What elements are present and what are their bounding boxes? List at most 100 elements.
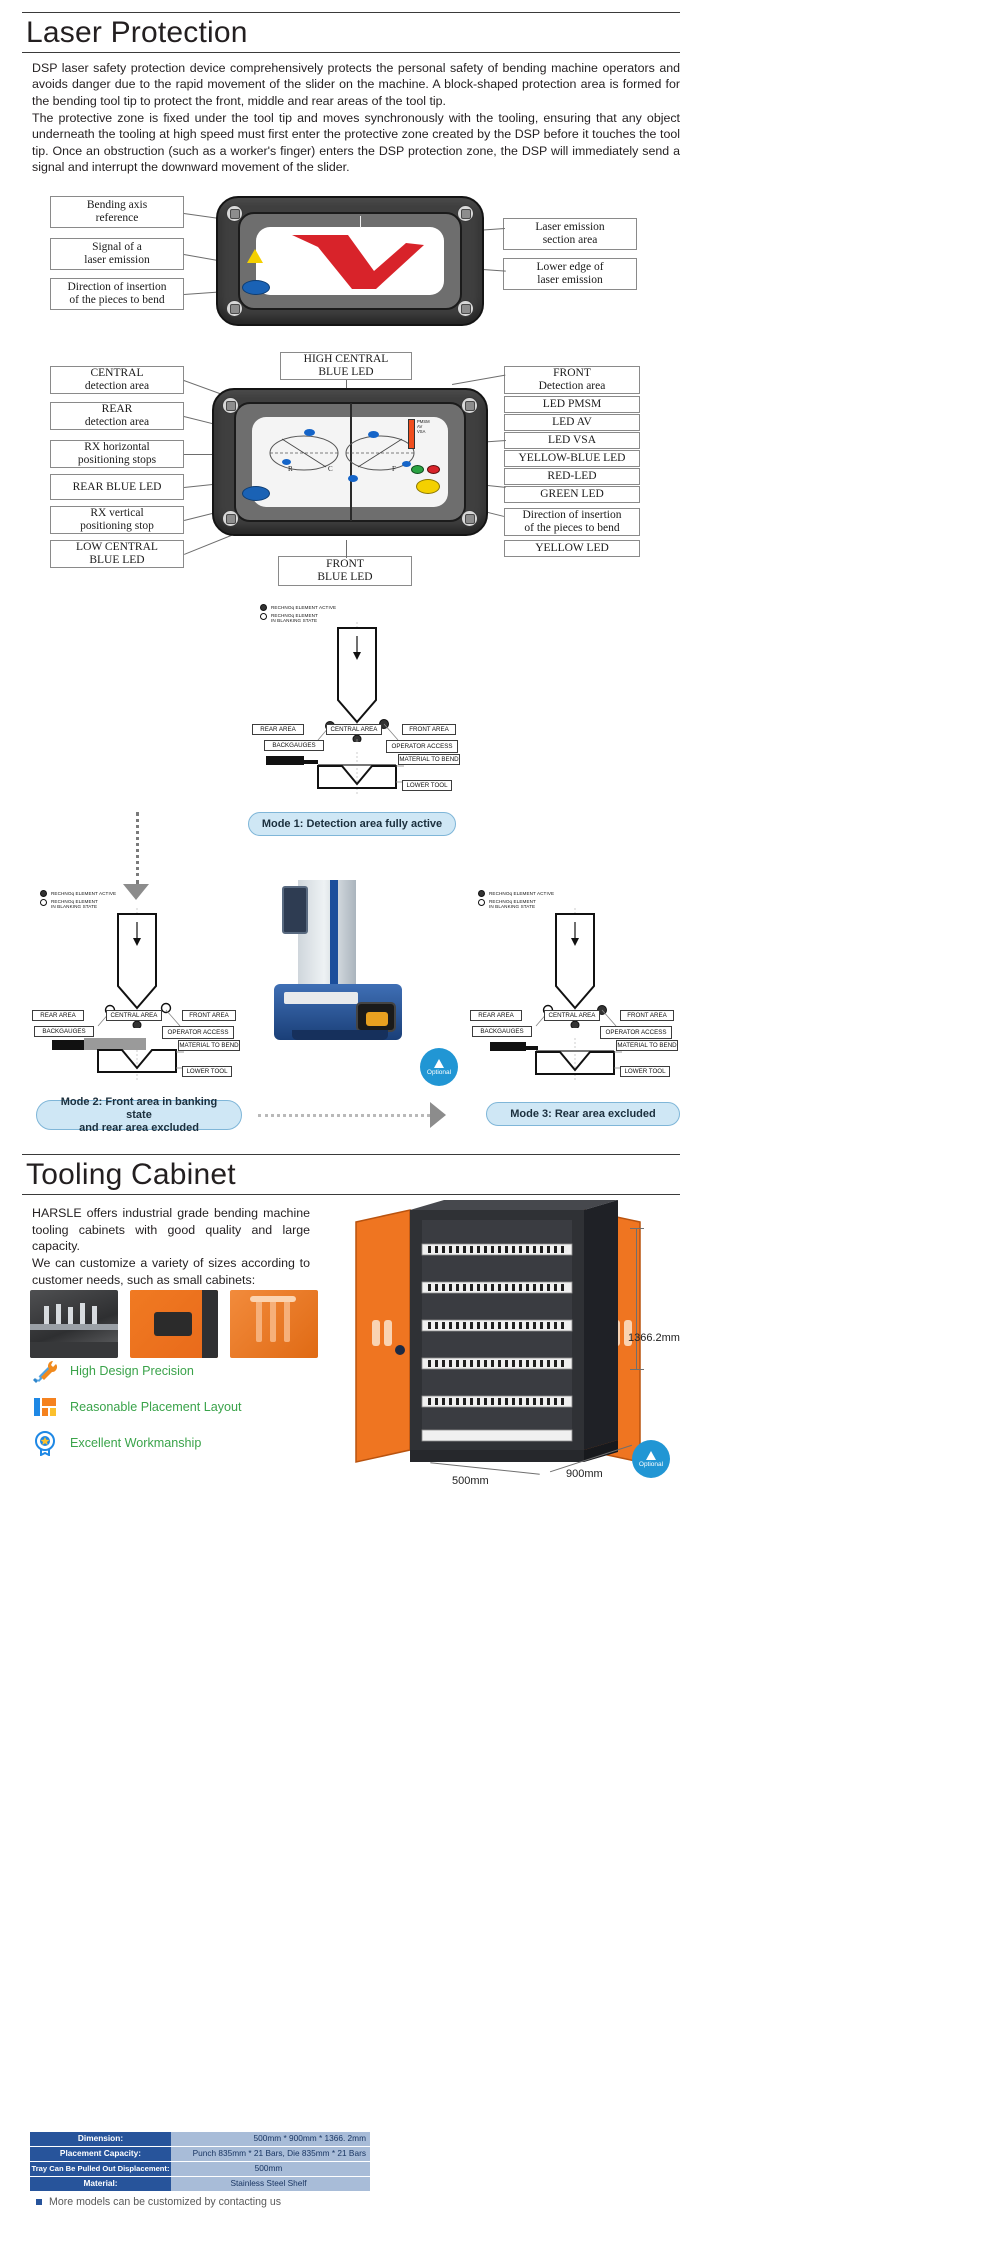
legend-open-dot-icon [478, 899, 485, 906]
legend-label-active: RECHNOq ELEMENT ACTIVE [271, 604, 337, 610]
mode-1-lower-tool-label: LOWER TOOL [402, 780, 452, 791]
laser-section-header: Laser Protection [22, 12, 680, 54]
laser-paragraph-2: The protective zone is fixed under the t… [32, 111, 680, 175]
thumbnail-cabinet-handle [230, 1290, 318, 1358]
layout-icon [32, 1394, 58, 1420]
brand-badge-icon [242, 486, 270, 501]
callout-led-vsa: LED VSA [504, 432, 640, 449]
spec-table: Dimension: 500mm * 900mm * 1366. 2mm Pla… [30, 2132, 370, 2192]
spec-footnote: More models can be customized by contact… [36, 2196, 281, 2208]
dim-height-tick-bottom [630, 1369, 644, 1371]
connector-down-dots [136, 812, 139, 884]
callout-green-led: GREEN LED [504, 486, 640, 503]
screw-icon [226, 300, 243, 317]
mode-1-material-label: MATERIAL TO BEND [398, 754, 460, 765]
led-rear-blue [282, 459, 291, 465]
spec-key: Tray Can Be Pulled Out Displacement: [30, 2162, 171, 2176]
cabinet-paragraph-2: We can customize a variety of sizes acco… [32, 1256, 310, 1287]
document-page: Laser Protection DSP laser safety protec… [0, 0, 1000, 2254]
svg-text:C: C [328, 465, 333, 473]
dim-width-label: 500mm [452, 1475, 489, 1487]
legend-item: RECHNOq ELEMENT ACTIVE [40, 890, 116, 897]
bullet-square-icon [36, 2199, 42, 2205]
callout-yellow-blue-led: YELLOW-BLUE LED [504, 450, 640, 467]
mode-3-caption: Mode 3: Rear area excluded [486, 1102, 680, 1126]
callout-front-detection-area: FRONT Detection area [504, 366, 640, 394]
leader-line [452, 374, 506, 385]
callout-rx-vertical-positioning-stop: RX vertical positioning stop [50, 506, 184, 534]
led-red [427, 465, 440, 474]
device-inner-frame: R C F PMSM AV VSA [234, 402, 466, 522]
callout-led-pmsm: LED PMSM [504, 396, 640, 413]
legend-filled-dot-icon [260, 604, 267, 611]
feature-label: High Design Precision [70, 1364, 194, 1378]
thumbnail-tooling-rack-graphic [30, 1303, 118, 1358]
optional-badge-label: Optional [638, 1460, 664, 1468]
bending-axis-tick [360, 216, 362, 228]
cabinet-title: Tooling Cabinet [26, 1158, 236, 1191]
table-row: Material: Stainless Steel Shelf [30, 2177, 370, 2191]
optional-badge-label: Optional [426, 1068, 452, 1076]
mode-2-backgauges-label: BACKGAUGES [34, 1026, 94, 1037]
callout-rear-detection-area: REAR detection area [50, 402, 184, 430]
spec-footnote-label: More models can be customized by contact… [49, 2196, 282, 2208]
mode-1-caption: Mode 1: Detection area fully active [248, 812, 456, 836]
mode-2-rear-area-label: REAR AREA [32, 1010, 84, 1021]
dim-depth-label: 900mm [566, 1468, 603, 1480]
heading-rule-top [22, 12, 680, 13]
mode-3-material-label: MATERIAL TO BEND [616, 1040, 678, 1051]
led-bar-orange [408, 419, 415, 449]
feature-high-design-precision: High Design Precision [32, 1358, 194, 1384]
laser-paragraph-1: DSP laser safety protection device compr… [32, 61, 680, 108]
callout-yellow-led: YELLOW LED [504, 540, 640, 557]
callout-laser-emission-section-area: Laser emission section area [503, 218, 637, 250]
callout-signal-of-laser-emission: Signal of a laser emission [50, 238, 184, 270]
screw-icon [461, 397, 478, 414]
legend-filled-dot-icon [40, 890, 47, 897]
svg-text:F: F [392, 465, 396, 473]
connector-right-chevron-icon [430, 1102, 446, 1128]
optional-badge-mode: Optional [420, 1048, 458, 1086]
table-row: Dimension: 500mm * 900mm * 1366. 2mm [30, 2132, 370, 2146]
spec-value: Punch 835mm * 21 Bars, Die 835mm * 21 Ba… [171, 2147, 370, 2161]
feature-label: Reasonable Placement Layout [70, 1400, 242, 1414]
callout-led-av: LED AV [504, 414, 640, 431]
dim-height-tick-top [630, 1228, 644, 1230]
laser-device-front-view [216, 196, 484, 326]
legend-open-dot-icon [40, 899, 47, 906]
optional-badge-cabinet: Optional [632, 1440, 670, 1478]
callout-low-central-blue-led: LOW CENTRAL BLUE LED [50, 540, 184, 568]
connector-right-dots [258, 1114, 430, 1117]
dsp-product-photo [268, 880, 408, 1050]
mode-3-diagram: RECHNOq ELEMENT ACTIVE RECHNOq ELEMENT I… [470, 890, 680, 1080]
spec-key: Material: [30, 2177, 171, 2191]
callout-red-led: RED-LED [504, 468, 640, 485]
cabinet-section-header: Tooling Cabinet [22, 1154, 680, 1196]
leader-line [346, 540, 348, 558]
photo-lens-icon [366, 1012, 388, 1026]
mode-3-rear-area-label: REAR AREA [470, 1010, 522, 1021]
mode-1-front-area-label: FRONT AREA [402, 724, 456, 735]
thumbnail-edge [202, 1290, 218, 1358]
table-row: Tray Can Be Pulled Out Displacement: 500… [30, 2162, 370, 2176]
thumbnail-tooling-rack [30, 1290, 118, 1358]
callout-direction-of-insertion: Direction of insertion of the pieces to … [50, 278, 184, 310]
led-front-blue [368, 431, 379, 438]
legend-filled-dot-icon [478, 890, 485, 897]
tooling-cabinet-illustration [350, 1200, 650, 1500]
panel-label-vsa: VSA [417, 429, 426, 434]
warning-triangle-icon [646, 1450, 656, 1460]
spec-value: Stainless Steel Shelf [171, 2177, 370, 2191]
callout-front-blue-led: FRONT BLUE LED [278, 556, 412, 586]
mode-3-front-area-label: FRONT AREA [620, 1010, 674, 1021]
photo-upper-bracket [282, 886, 308, 934]
device-window: R C F PMSM AV VSA [252, 403, 448, 521]
brand-badge-icon [242, 280, 270, 295]
svg-text:R: R [288, 465, 293, 473]
callout-lower-edge-of-laser-emission: Lower edge of laser emission [503, 258, 637, 290]
mode-2-front-area-label: FRONT AREA [182, 1010, 236, 1021]
legend-item: RECHNOq ELEMENT ACTIVE [260, 604, 336, 611]
page-title: Laser Protection [26, 16, 248, 49]
legend-open-dot-icon [260, 613, 267, 620]
cabinet-graphic [355, 1200, 641, 1463]
